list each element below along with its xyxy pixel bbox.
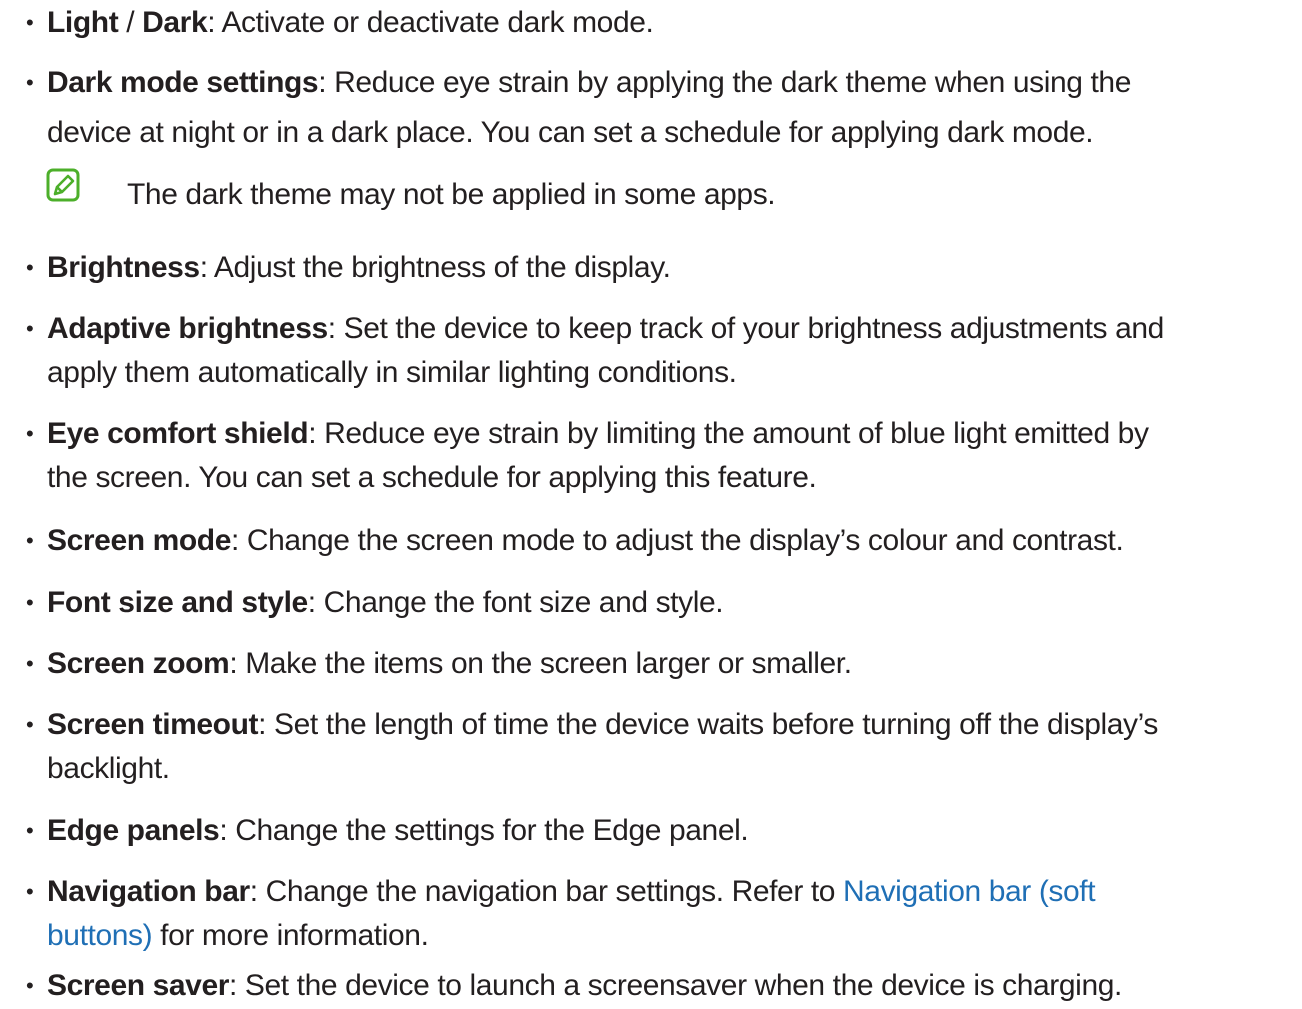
bullet: • (26, 651, 34, 676)
item-term: Dark (142, 6, 208, 39)
item-description: the screen. You can set a schedule for a… (47, 461, 817, 494)
item-description: : Set the device to keep track of your b… (327, 312, 1165, 345)
item-description: for more information. (152, 919, 429, 952)
item-term: Screen zoom (47, 647, 230, 680)
item-term: Brightness (47, 251, 200, 284)
item-description: : Set the device to launch a screensaver… (229, 969, 1122, 1002)
item-description: : Change the font size and style. (307, 586, 724, 619)
bullet: • (26, 528, 34, 553)
note-text: The dark theme may not be applied in som… (127, 178, 776, 211)
note-pencil-icon (46, 168, 80, 202)
item-term: Adaptive brightness (47, 312, 328, 345)
item-description: : Make the items on the screen larger or… (229, 647, 852, 680)
item-description: backlight. (47, 752, 170, 785)
bullet: • (26, 10, 34, 35)
navigation-bar-link[interactable]: buttons) (47, 919, 153, 952)
item-term: Font size and style (47, 586, 308, 619)
item-term: Screen mode (47, 524, 232, 557)
item-description: : Adjust the brightness of the display. (199, 251, 671, 284)
bullet: • (26, 879, 34, 904)
navigation-bar-link[interactable]: Navigation bar (soft (843, 875, 1096, 908)
item-description: apply them automatically in similar ligh… (47, 356, 737, 389)
item-description: : Reduce eye strain by applying the dark… (318, 66, 1131, 99)
bullet: • (26, 590, 34, 615)
bullet: • (26, 316, 34, 341)
item-description: : Set the length of time the device wait… (258, 708, 1158, 741)
bullet: • (26, 70, 34, 95)
item-term: Screen timeout (47, 708, 259, 741)
item-description: : Change the settings for the Edge panel… (219, 814, 749, 847)
item-description: : Activate or deactivate dark mode. (207, 6, 654, 39)
item-description: : Change the navigation bar settings. Re… (249, 875, 844, 908)
bullet: • (26, 818, 34, 843)
bullet: • (26, 255, 34, 280)
item-term: Dark mode settings (47, 66, 319, 99)
item-term: Edge panels (47, 814, 220, 847)
bullet: • (26, 712, 34, 737)
item-term: Screen saver (47, 969, 230, 1002)
item-term: Light (47, 6, 119, 39)
item-term: Eye comfort shield (47, 417, 309, 450)
item-description: : Reduce eye strain by limiting the amou… (308, 417, 1149, 450)
bullet: • (26, 973, 34, 998)
item-description: : Change the screen mode to adjust the d… (231, 524, 1124, 557)
item-term: Navigation bar (47, 875, 250, 908)
bullet: • (26, 421, 34, 446)
item-description: device at night or in a dark place. You … (47, 116, 1094, 149)
